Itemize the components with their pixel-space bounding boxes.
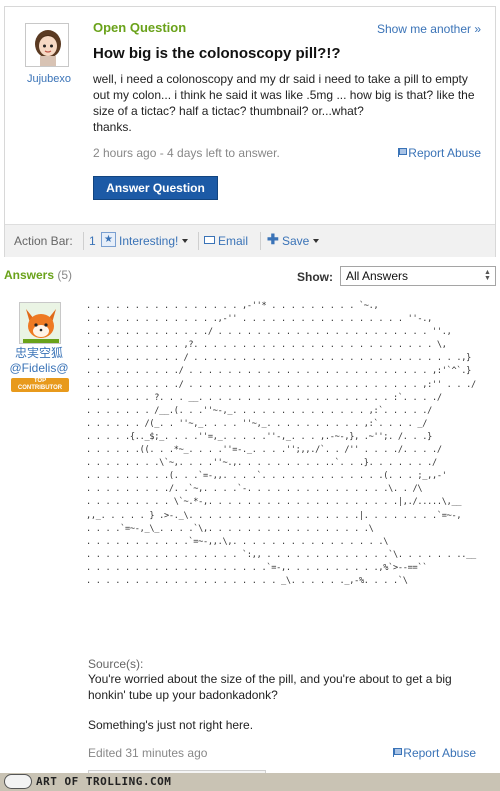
ascii-art-line: . . . . . . . . . . . . . . . . ,-''* . …	[86, 301, 379, 311]
edited-time: Edited 31 minutes ago	[88, 746, 208, 760]
ascii-art-line: . . . . . . . . ./. .`~,. . . .`-. . . .…	[86, 484, 423, 495]
save-button[interactable]: Save	[282, 234, 320, 248]
answerer-name[interactable]: 忠実空狐 @Fidelis@	[6, 346, 72, 376]
ascii-art-line: . . . . . . . . . \`~.*-,. . . . . . . .…	[86, 497, 462, 508]
question-body-line: well, i need a colonoscopy and my dr sai…	[93, 72, 468, 86]
ascii-art-line: . . . . . . . . . ./ . . . . . . . . . .…	[86, 366, 472, 377]
action-bar-label: Action Bar:	[14, 234, 73, 248]
ascii-art-line: . . . . .{.._$;_. . . .''=,_. . . . .''-…	[86, 431, 433, 442]
answer-question-button[interactable]: Answer Question	[93, 176, 218, 200]
answers-title: Answers	[4, 268, 55, 282]
source-text: You're worried about the size of the pil…	[88, 672, 452, 702]
save-label: Save	[282, 234, 310, 248]
ascii-art-line: . . . . . . . . . . / . . . . . . . . . …	[86, 353, 472, 364]
ascii-art-answer: . . . . . . . . . . . . . . . . ,-''* . …	[86, 300, 476, 588]
email-button[interactable]: Email	[218, 234, 248, 248]
answerer-avatar[interactable]	[19, 302, 61, 344]
star-icon[interactable]: ★	[101, 232, 116, 247]
answers-filter-select[interactable]: All Answers ▲ ▼	[340, 266, 496, 286]
asker-avatar[interactable]	[25, 23, 69, 67]
divider	[260, 232, 261, 250]
question-body: well, i need a colonoscopy and my dr sai…	[93, 71, 488, 135]
flag-icon	[398, 148, 408, 157]
answers-heading: Answers (5)	[4, 268, 72, 282]
answerer-tagline: @Fidelis@	[9, 361, 69, 375]
question-status: Open Question	[93, 20, 187, 35]
interesting-count: 1	[89, 234, 96, 248]
ascii-art-line: . . . . . . . . . . . . . . . . . . .`=-…	[86, 562, 428, 573]
ascii-art-line: . . . . . . . . . ./ . . . . . . . . . .…	[86, 379, 476, 390]
show-label: Show:	[297, 270, 333, 284]
report-abuse-link[interactable]: Report Abuse	[393, 746, 476, 760]
ascii-art-line: . . . . . .((. . .*~_. . . .''=-._. . . …	[86, 445, 442, 456]
ascii-art-line: . . . . . . /(_. . ''~,_. . . . ''~,_. .…	[86, 418, 428, 429]
ascii-art-line: . . . . . . . . . . .`=~-,,.\,. . . . . …	[86, 536, 389, 547]
flag-icon	[393, 748, 403, 757]
watermark-text: ART OF TROLLING.COM	[36, 775, 172, 788]
ascii-art-line: ,,_. . . . . } .>-._\. . . . . . . . . .…	[86, 510, 462, 521]
envelope-icon	[204, 236, 215, 244]
ascii-art-line: . . . . . . . . . . . . . . . . . . . . …	[86, 575, 408, 586]
answers-count: (5)	[57, 268, 73, 282]
divider	[83, 232, 84, 250]
question-body-line: size of a tictac? half a tictac? thumbna…	[93, 104, 364, 118]
ascii-art-line: . . . . . . . . . . . . ./ . . . . . . .…	[86, 327, 452, 338]
interesting-label: Interesting!	[119, 234, 179, 248]
select-value: All Answers	[346, 269, 409, 283]
question-title: How big is the colonoscopy pill?!?	[93, 45, 341, 62]
show-another-link[interactable]: Show me another »	[377, 22, 481, 36]
answerer-name-label: 忠実空狐	[14, 346, 63, 360]
ascii-art-line: . . . . . . . . .(. . .`=-,,. . . .`. . …	[86, 471, 447, 482]
action-bar: Action Bar: 1 ★ Interesting! Email ✚ Sav…	[5, 224, 495, 257]
ascii-art-line: . . . . . . . ?. . . __. . . . . . . . .…	[86, 392, 442, 403]
question-body-line: thanks.	[93, 120, 132, 134]
divider	[198, 232, 199, 250]
ascii-art-line: . . . . . . . .\`~,. . . .''~.,. . . . .…	[86, 458, 437, 469]
chevron-down-icon	[182, 239, 189, 243]
report-abuse-link[interactable]: Report Abuse	[398, 146, 481, 160]
question-body-line: out my colon... i think he said it was l…	[93, 88, 475, 102]
plus-icon: ✚	[267, 231, 279, 247]
question-panel: Jujubexo Open Question Show me another »…	[4, 6, 496, 257]
ascii-art-line: . . . .`=~-,_\_. . . .`\,. . . . . . . .…	[86, 523, 374, 534]
ascii-art-line: . . . . . . . . . . . . . . . . `:,, . .…	[86, 549, 476, 560]
asker-name[interactable]: Jujubexo	[19, 73, 79, 85]
select-arrows-icon: ▲ ▼	[484, 269, 491, 282]
source-label: Source(s):	[88, 657, 144, 671]
report-abuse-label: Report Abuse	[408, 146, 481, 160]
ascii-art-line: . . . . . . . . . . ,?. . . . . . . . . …	[86, 340, 447, 351]
ascii-art-line: . . . . . . . /__.(. . .''~-,_. . . . . …	[86, 405, 433, 416]
top-contributor-badge: TOP CONTRIBUTOR	[11, 378, 69, 392]
source-text-2: Something's just not right here.	[88, 718, 254, 732]
report-abuse-label: Report Abuse	[403, 746, 476, 760]
trollface-icon	[4, 774, 32, 789]
watermark-footer: ART OF TROLLING.COM	[0, 773, 500, 791]
interesting-button[interactable]: Interesting!	[119, 234, 189, 248]
question-meta: 2 hours ago - 4 days left to answer.	[93, 146, 280, 160]
chevron-down-icon	[313, 239, 320, 243]
ascii-art-line: . . . . . . . . . . . . . .,-'' . . . . …	[86, 314, 433, 325]
